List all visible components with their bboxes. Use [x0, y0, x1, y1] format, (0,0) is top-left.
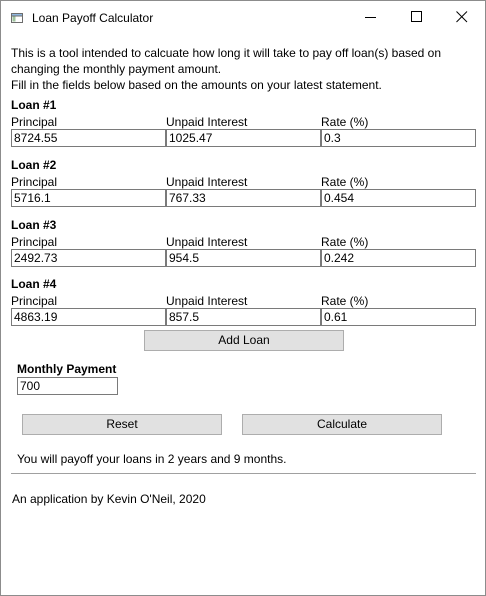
reset-button[interactable]: Reset [22, 414, 222, 435]
loan-2-principal-label: Principal [11, 175, 58, 189]
loan-2-interest-input[interactable] [166, 189, 321, 207]
loan-4-interest-input[interactable] [166, 308, 321, 326]
loan-2-rate-label: Rate (%) [321, 175, 369, 189]
loan-1-principal-input[interactable] [11, 129, 166, 147]
loan-1-rate-label: Rate (%) [321, 115, 369, 129]
loan-2-principal-input[interactable] [11, 189, 166, 207]
loan-1-interest-label: Unpaid Interest [166, 115, 248, 129]
loan-2-rate-input[interactable] [321, 189, 476, 207]
result-text: You will payoff your loans in 2 years an… [17, 452, 287, 466]
loan-4-principal-label: Principal [11, 294, 58, 308]
loan-1-rate-input[interactable] [321, 129, 476, 147]
app-window: Loan Payoff Calculator This is a tool in… [0, 0, 486, 596]
close-button[interactable] [439, 1, 485, 33]
loan-3-rate-label: Rate (%) [321, 235, 369, 249]
monthly-payment-input[interactable] [17, 377, 118, 395]
calculate-button[interactable]: Calculate [242, 414, 442, 435]
footer-credit: An application by Kevin O'Neil, 2020 [12, 492, 206, 506]
minimize-button[interactable] [348, 1, 394, 33]
loan-4-heading: Loan #4 [11, 277, 57, 291]
intro-text: This is a tool intended to calcuate how … [11, 45, 481, 93]
loan-3-interest-label: Unpaid Interest [166, 235, 248, 249]
loan-4-interest-label: Unpaid Interest [166, 294, 248, 308]
loan-1-interest-input[interactable] [166, 129, 321, 147]
loan-3-principal-input[interactable] [11, 249, 166, 267]
add-loan-button[interactable]: Add Loan [144, 330, 344, 351]
app-window-icon [11, 12, 23, 23]
loan-3-heading: Loan #3 [11, 218, 57, 232]
intro-line: changing the monthly payment amount. [11, 62, 222, 76]
loan-2-heading: Loan #2 [11, 158, 57, 172]
intro-line: This is a tool intended to calcuate how … [11, 46, 442, 60]
loan-2-interest-label: Unpaid Interest [166, 175, 248, 189]
divider [11, 473, 476, 474]
loan-3-interest-input[interactable] [166, 249, 321, 267]
minimize-icon [365, 17, 376, 18]
loan-1-principal-label: Principal [11, 115, 58, 129]
loan-4-rate-input[interactable] [321, 308, 476, 326]
loan-4-principal-input[interactable] [11, 308, 166, 326]
title-bar[interactable]: Loan Payoff Calculator [1, 1, 485, 33]
maximize-icon [411, 11, 422, 22]
loan-4-rate-label: Rate (%) [321, 294, 369, 308]
close-icon [456, 11, 468, 23]
loan-3-principal-label: Principal [11, 235, 58, 249]
maximize-button[interactable] [394, 1, 440, 33]
intro-line: Fill in the fields below based on the am… [11, 78, 382, 92]
loan-3-rate-input[interactable] [321, 249, 476, 267]
monthly-payment-label: Monthly Payment [17, 362, 117, 376]
loan-1-heading: Loan #1 [11, 98, 57, 112]
window-title: Loan Payoff Calculator [32, 11, 154, 25]
